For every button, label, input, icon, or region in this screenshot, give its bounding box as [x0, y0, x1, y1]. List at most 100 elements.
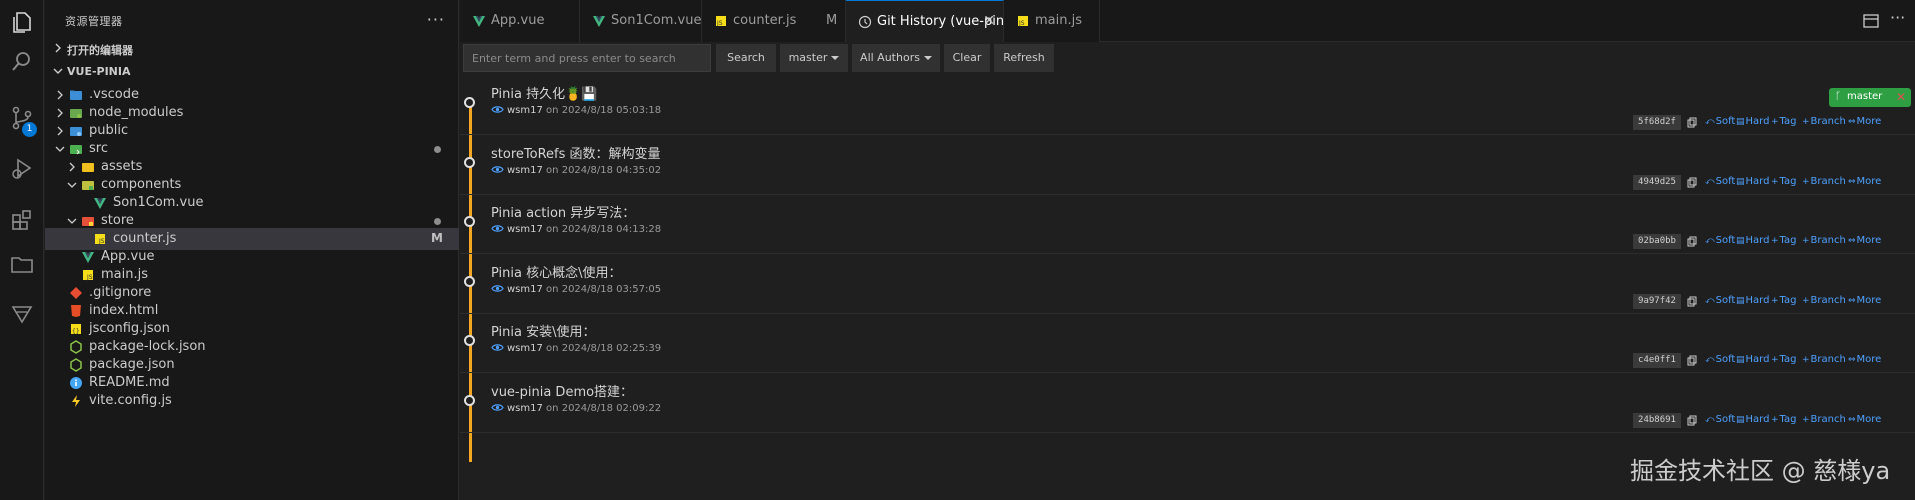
more-link[interactable]: ⇔More [1848, 354, 1881, 365]
more-actions-icon[interactable]: ··· [427, 10, 445, 29]
copy-icon[interactable] [1687, 117, 1698, 128]
modified-indicator: M [431, 231, 443, 245]
editor-tab[interactable]: JS counter.js M [702, 0, 846, 42]
more-icon: ⇔ [1848, 414, 1856, 425]
extensions-icon[interactable] [8, 206, 36, 234]
commit-hash[interactable]: c4e0ff1 [1633, 353, 1681, 368]
more-link[interactable]: ⇔More [1848, 295, 1881, 306]
project-section[interactable]: VUE-PINIA [45, 61, 459, 83]
hard-reset-link[interactable]: ▤Hard [1736, 414, 1769, 425]
search-input[interactable] [463, 44, 711, 72]
vue-icon [593, 16, 605, 27]
add-tag-link[interactable]: +Tag [1771, 235, 1796, 246]
eye-icon[interactable] [491, 224, 504, 233]
commit-row[interactable]: Pinia 持久化🍍💾 wsm17 on 2024/8/18 05:03:18 5… [460, 75, 1915, 135]
editor-tab-bar: App.vue Son1Com.vue JS counter.js M Git Histo… [460, 0, 1915, 42]
plus-icon: + [1771, 295, 1779, 306]
split-editor-icon[interactable] [1862, 12, 1880, 30]
commit-author[interactable]: wsm17 [507, 224, 543, 235]
commit-row[interactable]: storeToRefs 函数：解构变量 wsm17 on 2024/8/18 04… [460, 135, 1915, 195]
folder-icon[interactable] [8, 250, 36, 278]
commit-hash[interactable]: 02ba0bb [1633, 234, 1681, 249]
clear-button[interactable]: Clear [944, 44, 990, 72]
soft-reset-link[interactable]: ⤺Soft [1705, 354, 1735, 365]
commit-hash[interactable]: 9a97f42 [1633, 293, 1681, 309]
hard-reset-link[interactable]: ▤Hard [1736, 176, 1769, 187]
eye-icon[interactable] [491, 403, 504, 412]
authors-dropdown[interactable]: All Authors [852, 44, 940, 72]
eye-icon[interactable] [491, 343, 504, 352]
soft-reset-link[interactable]: ⤺Soft [1705, 295, 1735, 306]
triangle-icon[interactable] [8, 300, 36, 328]
add-branch-link[interactable]: +Branch [1802, 116, 1846, 127]
soft-reset-link[interactable]: ⤺Soft [1705, 116, 1735, 127]
hard-reset-link[interactable]: ▤Hard [1736, 235, 1769, 246]
more-link[interactable]: ⇔More [1848, 116, 1881, 127]
explorer-sidebar: 资源管理器 ··· 打开的编辑器 VUE-PINIA .vscode node_m… [45, 0, 459, 500]
chevron-down-icon [67, 218, 77, 224]
commit-row[interactable]: Pinia 核心概念\使用： wsm17 on 2024/8/18 03:57:0… [460, 254, 1915, 314]
commit-author[interactable]: wsm17 [507, 165, 543, 176]
editor-tab[interactable]: JS main.js [1004, 0, 1100, 42]
soft-reset-link[interactable]: ⤺Soft [1705, 414, 1735, 425]
add-tag-link[interactable]: +Tag [1771, 176, 1796, 187]
eye-icon[interactable] [491, 105, 504, 114]
search-button[interactable]: Search [716, 44, 776, 72]
commit-author[interactable]: wsm17 [507, 284, 543, 295]
caret-down-icon [831, 56, 840, 60]
editor-tab[interactable]: App.vue [460, 0, 580, 42]
copy-icon[interactable] [1687, 236, 1698, 247]
search-icon[interactable] [8, 48, 36, 76]
copy-icon[interactable] [1687, 415, 1698, 426]
commit-author[interactable]: wsm17 [507, 403, 543, 414]
add-branch-label: Branch [1810, 413, 1846, 425]
more-label: More [1856, 235, 1882, 246]
hard-reset-link[interactable]: ▤Hard [1736, 295, 1769, 306]
add-tag-link[interactable]: +Tag [1771, 295, 1796, 306]
add-branch-link[interactable]: +Branch [1802, 235, 1846, 246]
refresh-button[interactable]: Refresh [994, 44, 1054, 72]
explorer-icon[interactable] [8, 8, 36, 36]
commit-row[interactable]: vue-pinia Demo搭建： wsm17 on 2024/8/18 02:0… [460, 373, 1915, 433]
commit-row[interactable]: Pinia 安装\使用： wsm17 on 2024/8/18 02:25:39 … [460, 313, 1915, 373]
plus-icon: + [1771, 236, 1779, 246]
eye-icon[interactable] [491, 284, 504, 293]
copy-icon[interactable] [1687, 296, 1698, 307]
add-tag-link[interactable]: +Tag [1771, 116, 1796, 127]
commit-message-text: vue-pinia Demo搭建： [491, 384, 634, 400]
editor-tab[interactable]: Git History (vue-pinia) ✕ [846, 0, 1021, 42]
node-icon [70, 340, 82, 354]
more-link[interactable]: ⇔More [1848, 176, 1881, 187]
run-debug-icon[interactable] [8, 154, 36, 182]
branch-dropdown[interactable]: master [780, 44, 848, 72]
soft-reset-link[interactable]: ⤺Soft [1705, 176, 1735, 187]
more-link[interactable]: ⇔More [1848, 414, 1881, 425]
tab-more-icon[interactable]: ··· [1890, 8, 1908, 27]
chevron-right-icon [57, 90, 63, 100]
add-branch-link[interactable]: +Branch [1802, 176, 1846, 187]
commit-hash[interactable]: 5f68d2f [1633, 115, 1681, 130]
commit-hash[interactable]: 4949d25 [1633, 174, 1681, 190]
tree-item[interactable]: vite.config.js [45, 390, 459, 412]
more-link[interactable]: ⇔More [1848, 235, 1881, 246]
hard-reset-link[interactable]: ▤Hard [1736, 116, 1769, 127]
add-tag-link[interactable]: +Tag [1771, 354, 1796, 365]
add-branch-link[interactable]: +Branch [1802, 354, 1846, 365]
copy-icon[interactable] [1687, 355, 1698, 366]
commit-hash[interactable]: 24b8691 [1633, 412, 1681, 428]
commit-row[interactable]: Pinia action 异步写法： wsm17 on 2024/8/18 04:… [460, 194, 1915, 254]
add-tag-link[interactable]: +Tag [1771, 414, 1796, 425]
soft-reset-link[interactable]: ⤺Soft [1705, 235, 1735, 246]
commit-author[interactable]: wsm17 [507, 105, 543, 116]
commit-message-text: Pinia 持久化 [491, 87, 566, 102]
hard-reset-link[interactable]: ▤Hard [1736, 354, 1769, 365]
commit-author[interactable]: wsm17 [507, 343, 543, 354]
eye-icon[interactable] [491, 165, 504, 174]
copy-icon[interactable] [1687, 177, 1698, 188]
editor-tab[interactable]: Son1Com.vue [580, 0, 702, 42]
open-editors-section[interactable]: 打开的编辑器 [45, 38, 459, 60]
add-branch-link[interactable]: +Branch [1802, 414, 1846, 425]
close-tab-icon[interactable]: ✕ [983, 13, 995, 29]
add-branch-link[interactable]: +Branch [1802, 295, 1846, 306]
soft-reset-label: Soft [1715, 235, 1736, 246]
